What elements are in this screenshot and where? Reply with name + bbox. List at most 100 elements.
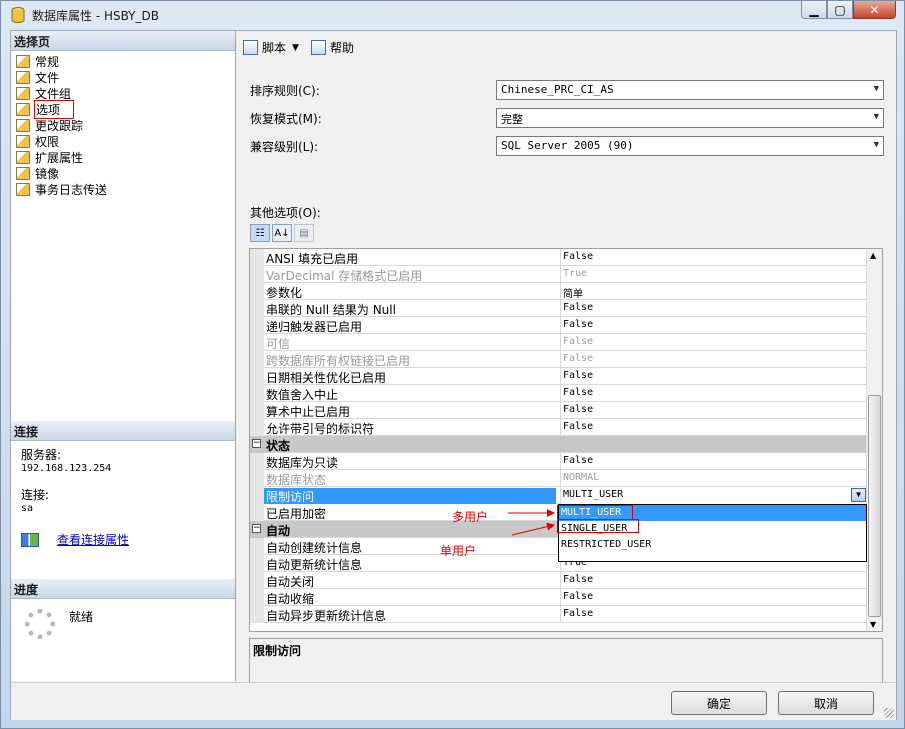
property-row[interactable]: 数值舍入中止 False <box>250 385 867 402</box>
page-icon <box>16 118 30 132</box>
minimize-button[interactable]: ▁ <box>801 1 827 19</box>
view-connection-link[interactable]: 查看连接属性 <box>57 531 129 548</box>
grid-scrollbar[interactable]: ▲ ▼ <box>866 249 882 631</box>
property-value[interactable]: False <box>560 419 867 436</box>
cancel-button[interactable]: 取消 <box>778 691 874 715</box>
property-row[interactable]: 数据库为只读 False <box>250 453 867 470</box>
property-value[interactable]: False <box>560 300 867 317</box>
highlight-box <box>557 519 639 533</box>
property-name: 限制访问 <box>264 488 556 504</box>
property-value[interactable]: False <box>560 351 867 368</box>
property-row[interactable]: 允许带引号的标识符 False <box>250 419 867 436</box>
help-label: 帮助 <box>329 41 354 55</box>
scroll-down-icon[interactable]: ▼ <box>870 620 876 629</box>
dropdown-option[interactable]: SINGLE_USER <box>557 519 866 537</box>
property-value[interactable]: False <box>560 402 867 419</box>
close-icon: ✕ <box>869 2 880 17</box>
page-icon <box>16 182 30 196</box>
scroll-thumb[interactable] <box>868 395 881 617</box>
property-value[interactable]: NORMAL <box>560 470 867 487</box>
collapse-icon[interactable]: − <box>252 524 261 533</box>
property-value[interactable]: False <box>560 249 867 266</box>
property-value[interactable]: MULTI_USER ▼ <box>560 487 867 504</box>
property-value[interactable]: False <box>560 606 867 623</box>
compat-row: 兼容级别(L): SQL Server 2005 (90) ▼ <box>250 136 884 156</box>
property-row[interactable]: 跨数据库所有权链接已启用 False <box>250 351 867 368</box>
property-value[interactable]: False <box>560 334 867 351</box>
page-item-change-tracking[interactable]: 更改跟踪 <box>16 117 107 133</box>
property-name: 自动更新统计信息 <box>266 558 363 572</box>
property-grid: ANSI 填充已启用 False VarDecimal 存储格式已启用 True 参数化… <box>249 248 883 632</box>
row-gutter <box>250 368 264 385</box>
property-name: 递归触发器已启用 <box>266 320 363 334</box>
page-item-extended-properties[interactable]: 扩展属性 <box>16 149 107 165</box>
collapse-icon[interactable]: − <box>252 439 261 448</box>
chevron-down-icon[interactable]: ▼ <box>292 43 299 53</box>
resize-grip[interactable] <box>884 708 894 718</box>
ok-button[interactable]: 确定 <box>671 691 767 715</box>
progress-spinner-icon <box>25 609 55 639</box>
property-name: 允许带引号的标识符 <box>266 422 375 436</box>
property-value[interactable]: False <box>560 385 867 402</box>
dropdown-option[interactable]: RESTRICTED_USER <box>559 537 866 553</box>
property-pages-button[interactable]: ▤ <box>294 224 314 242</box>
property-name: 数据库为只读 <box>266 456 339 470</box>
property-value[interactable]: False <box>560 317 867 334</box>
property-value[interactable]: True <box>560 266 867 283</box>
categorized-button[interactable]: ☷ <box>250 224 270 242</box>
property-value[interactable]: 简单 <box>560 283 867 300</box>
property-value[interactable]: False <box>560 572 867 589</box>
row-gutter <box>250 300 264 317</box>
property-name: VarDecimal 存储格式已启用 <box>266 269 423 283</box>
page-item-files[interactable]: 文件 <box>16 69 107 85</box>
property-row[interactable]: 自动关闭 False <box>250 572 867 589</box>
compat-combo[interactable]: SQL Server 2005 (90) ▼ <box>496 136 884 156</box>
page-label: 更改跟踪 <box>35 118 84 133</box>
row-gutter <box>250 453 264 470</box>
server-value: 192.168.123.254 <box>21 463 112 474</box>
page-item-general[interactable]: 常规 <box>16 53 107 69</box>
scroll-up-icon[interactable]: ▲ <box>870 251 876 260</box>
row-gutter <box>250 606 264 623</box>
category-name: 自动 <box>266 524 291 538</box>
page-item-mirroring[interactable]: 镜像 <box>16 165 107 181</box>
title-bar[interactable]: 数据库属性 - HSBY_DB ▁ ▢ ✕ <box>1 1 904 29</box>
highlight-box <box>557 505 633 520</box>
property-row[interactable]: ANSI 填充已启用 False <box>250 249 867 266</box>
maximize-button[interactable]: ▢ <box>827 1 853 19</box>
restrict-access-row[interactable]: 限制访问 MULTI_USER ▼ <box>250 487 867 504</box>
property-value[interactable]: False <box>560 368 867 385</box>
category-state[interactable]: − 状态 <box>250 436 867 453</box>
alphabetical-button[interactable]: A↓ <box>272 224 292 242</box>
property-row[interactable]: 递归触发器已启用 False <box>250 317 867 334</box>
property-row[interactable]: 日期相关性优化已启用 False <box>250 368 867 385</box>
property-name: 自动创建统计信息 <box>266 541 363 555</box>
help-button[interactable]: 帮助 <box>310 39 354 56</box>
property-row[interactable]: 可信 False <box>250 334 867 351</box>
collation-combo[interactable]: Chinese_PRC_CI_AS ▼ <box>496 80 884 100</box>
property-name: 可信 <box>266 337 291 351</box>
view-connection-properties[interactable]: 查看连接属性 <box>21 531 129 548</box>
property-value[interactable]: False <box>560 589 867 606</box>
property-row[interactable]: VarDecimal 存储格式已启用 True <box>250 266 867 283</box>
close-button[interactable]: ✕ <box>853 1 896 19</box>
script-button[interactable]: 脚本 ▼ <box>243 39 299 56</box>
page-label: 文件 <box>35 70 60 85</box>
collation-row: 排序规则(C): Chinese_PRC_CI_AS ▼ <box>250 80 884 100</box>
property-row[interactable]: 自动收缩 False <box>250 589 867 606</box>
property-value[interactable]: False <box>560 453 867 470</box>
recovery-combo[interactable]: 完整 ▼ <box>496 108 884 128</box>
row-gutter <box>250 283 264 300</box>
chevron-down-icon[interactable]: ▼ <box>851 488 866 502</box>
left-pane: 选择页 常规 文件 文件组 选项 更改跟踪 权限 扩展属性 镜像 事务日志传送 … <box>11 31 236 681</box>
page-item-options[interactable]: 选项 <box>16 99 107 119</box>
property-row[interactable]: 算术中止已启用 False <box>250 402 867 419</box>
property-row[interactable]: 串联的 Null 结果为 Null False <box>250 300 867 317</box>
page-item-log-shipping[interactable]: 事务日志传送 <box>16 181 107 197</box>
property-row[interactable]: 自动异步更新统计信息 False <box>250 606 867 623</box>
page-item-permissions[interactable]: 权限 <box>16 133 107 149</box>
property-row[interactable]: 数据库状态 NORMAL <box>250 470 867 487</box>
property-row[interactable]: 参数化 简单 <box>250 283 867 300</box>
recovery-value: 完整 <box>501 113 523 126</box>
page-item-filegroups[interactable]: 文件组 <box>16 85 107 101</box>
